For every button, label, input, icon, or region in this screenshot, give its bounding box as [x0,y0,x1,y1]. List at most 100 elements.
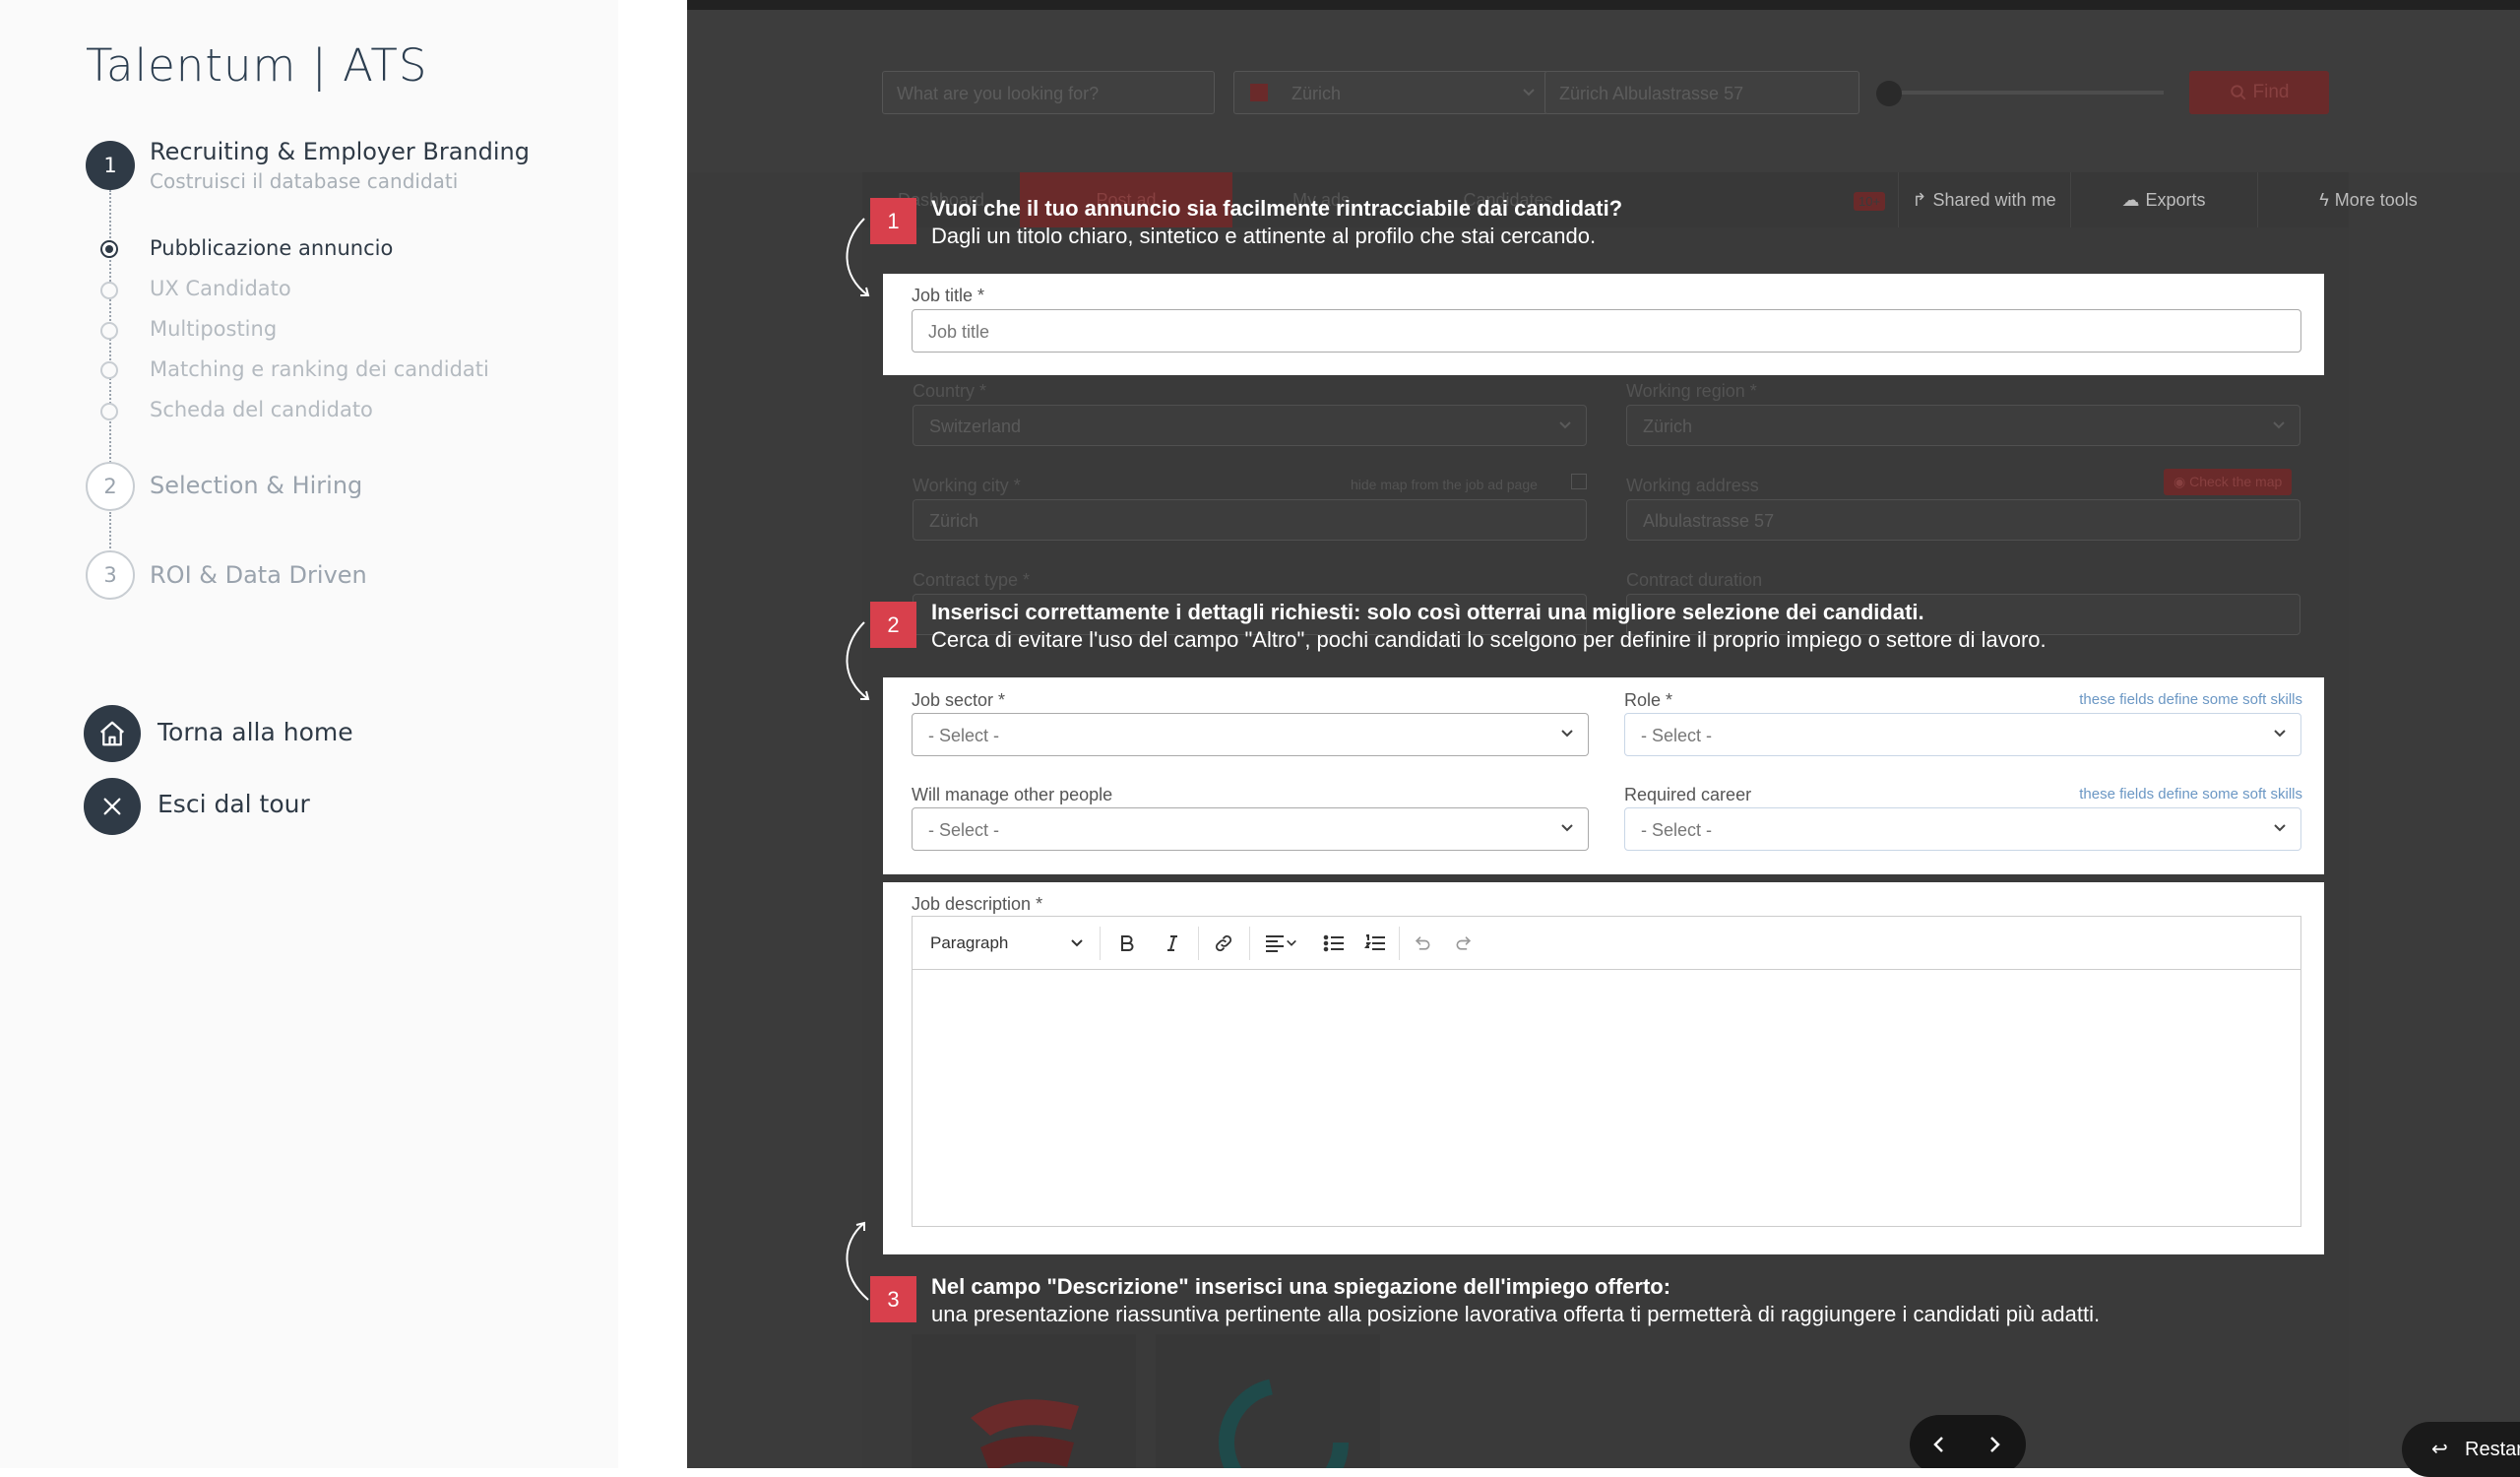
find-button[interactable]: Find [2189,71,2329,114]
search-input[interactable]: What are you looking for? [882,71,1215,114]
job-sector-select[interactable]: - Select - [912,713,1589,756]
search-bar: What are you looking for? Zürich Zürich … [687,10,2520,172]
location-select[interactable]: Zürich [1233,71,1548,114]
carousel-card[interactable] [1156,1334,1380,1468]
sidebar-gap [618,0,687,1468]
toolbar-separator [1249,927,1250,960]
required-career-label: Required career [1624,785,1752,804]
country-label: Country * [913,381,987,401]
chevron-down-icon [2274,730,2286,738]
bolt-icon: ϟ [2319,189,2329,210]
carousel-card[interactable] [912,1334,1136,1468]
region-value: Zürich [1643,417,1693,436]
manage-people-value: - Select - [928,820,1000,840]
job-description-panel: Job description * Paragraph [883,882,2324,1254]
step-number: 3 [103,563,117,587]
alignment-dropdown[interactable] [1253,917,1308,970]
address-label: Working address [1626,476,1759,495]
chevron-down-icon [2274,824,2286,832]
job-description-label: Job description * [912,894,1043,914]
brand-logo-teal [1219,1378,1349,1468]
step-3-circle[interactable]: 3 [86,550,135,600]
country-select[interactable]: Switzerland [913,405,1587,446]
hide-map-label: hide map from the job ad page [1351,477,1538,492]
chevron-down-icon [1071,939,1083,947]
hide-map-checkbox[interactable] [1571,474,1587,489]
italic-icon [1167,935,1177,951]
restart-tour-button[interactable]: ↩ Restart [2402,1422,2520,1477]
substep-dot-current [100,240,118,258]
top-strip [687,0,2520,10]
link-icon [1215,934,1232,952]
city-input[interactable]: Zürich [913,499,1587,541]
tab-shared-with-me[interactable]: ↱ Shared with me [1898,172,2070,227]
substep-pubblicazione-annuncio[interactable]: Pubblicazione annuncio [150,236,393,260]
job-title-input[interactable]: Job title [912,309,2301,353]
substep-ux-candidato[interactable]: UX Candidato [150,277,291,300]
paragraph-format-label: Paragraph [930,933,1009,952]
required-career-select[interactable]: - Select - [1624,807,2301,851]
job-sector-label: Job sector * [912,690,1006,710]
chevron-down-icon [1559,421,1571,429]
tab-label: Exports [2145,189,2206,210]
job-title-label: Job title * [912,286,985,305]
bulleted-list-button[interactable] [1314,917,1354,970]
country-value: Switzerland [929,417,1022,436]
radius-slider-track[interactable] [1886,91,2164,95]
tab-more-tools[interactable]: ϟ More tools [2240,172,2496,227]
step-2-circle[interactable]: 2 [86,462,135,511]
callout-3-description: una presentazione riassuntiva pertinente… [931,1302,2101,1326]
exit-tour-button[interactable] [84,778,141,835]
home-button[interactable] [84,705,141,762]
home-label[interactable]: Torna alla home [158,718,353,746]
link-button[interactable] [1202,917,1245,970]
substep-dot [100,322,118,340]
restart-label: Restart [2465,1438,2520,1460]
substep-multiposting[interactable]: Multiposting [150,317,277,341]
redo-button[interactable] [1444,917,1483,970]
callout-3-number: 3 [870,1276,916,1322]
substep-dot [100,403,118,420]
map-pin-icon: ◉ [2174,474,2190,489]
carousel-nav [1910,1415,2026,1468]
step-3-title[interactable]: ROI & Data Driven [150,561,367,589]
step-number: 2 [103,475,117,498]
address-input[interactable]: Zürich Albulastrasse 57 [1544,71,1859,114]
soft-skills-note-career: these fields define some soft skills [2079,786,2302,803]
share-icon: ↱ [1912,189,1927,210]
chevron-down-icon [1561,730,1573,738]
step-number: 1 [103,154,117,177]
step-1-circle[interactable]: 1 [86,141,135,190]
tour-sidebar: Talentum | ATS 1 Recruiting & Employer B… [0,0,618,1468]
candidates-count-badge: 10+ [1854,192,1886,211]
substep-dot [100,282,118,299]
bold-button[interactable] [1105,917,1149,970]
italic-button[interactable] [1151,917,1194,970]
callout-2-title: Inserisci correttamente i dettagli richi… [931,600,1924,624]
region-select[interactable]: Zürich [1626,405,2300,446]
paragraph-format-dropdown[interactable]: Paragraph [916,917,1094,970]
address-field[interactable]: Albulastrasse 57 [1626,499,2300,541]
tab-exports[interactable]: ☁ Exports [2070,172,2257,227]
substep-scheda-candidato[interactable]: Scheda del candidato [150,398,373,421]
job-sector-value: - Select - [928,726,1000,745]
role-select[interactable]: - Select - [1624,713,2301,756]
chevron-right-icon[interactable] [1984,1435,2004,1454]
manage-people-select[interactable]: - Select - [912,807,1589,851]
exit-tour-label[interactable]: Esci dal tour [158,790,310,818]
editor-content-area[interactable] [913,971,2300,1227]
substep-matching[interactable]: Matching e ranking dei candidati [150,357,489,381]
check-map-button[interactable]: ◉ Check the map [2164,469,2293,495]
undo-button[interactable] [1403,917,1442,970]
region-label: Working region * [1626,381,1757,401]
step-2-title[interactable]: Selection & Hiring [150,472,362,499]
toolbar-separator [1399,927,1400,960]
city-label: Working city * [913,476,1021,495]
radius-slider-handle[interactable] [1876,81,1902,106]
numbered-list-button[interactable] [1355,917,1395,970]
brand-logo-red [971,1399,1079,1468]
location-value: Zürich [1292,84,1342,103]
soft-skills-note-role: these fields define some soft skills [2079,691,2302,708]
step-1-title[interactable]: Recruiting & Employer Branding [150,138,530,165]
chevron-left-icon[interactable] [1929,1435,1949,1454]
